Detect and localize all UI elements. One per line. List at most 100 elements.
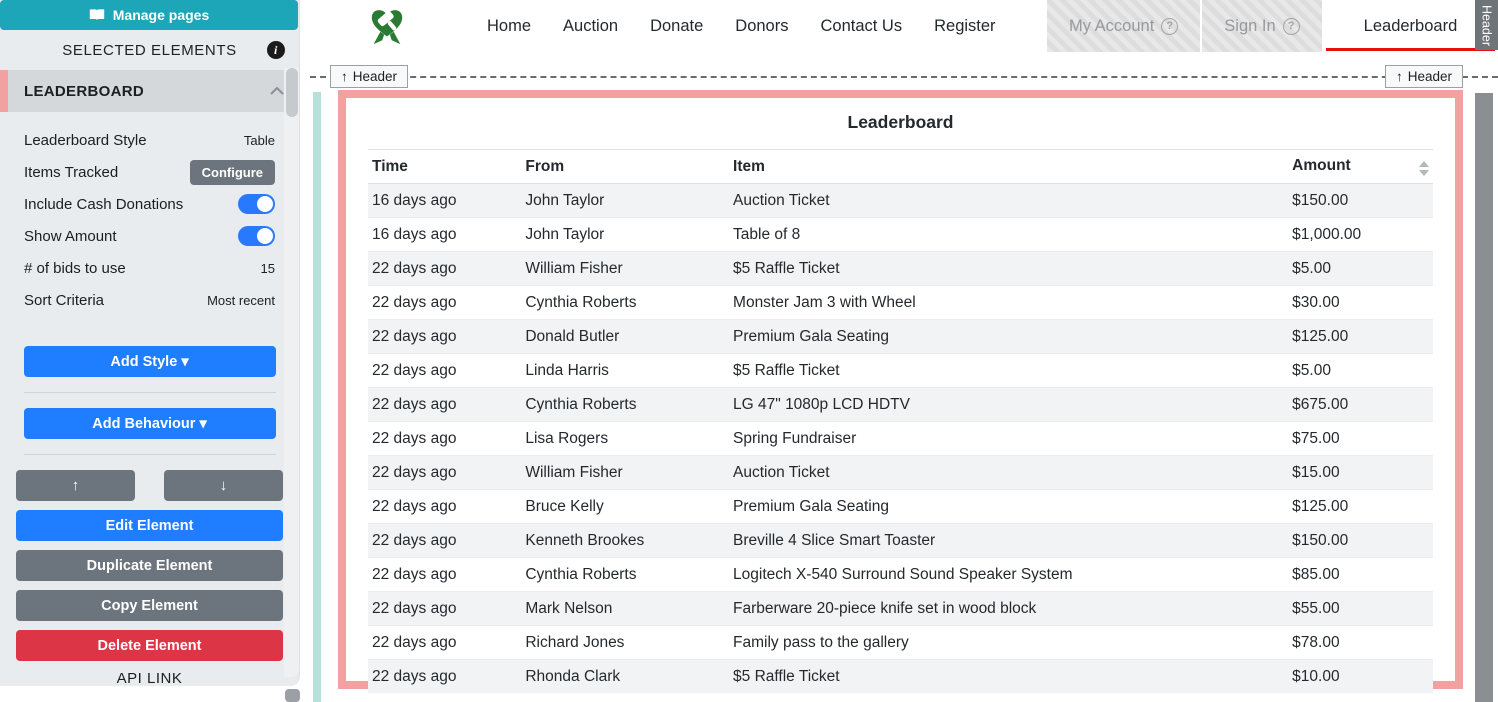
nav-item-auction[interactable]: Auction bbox=[563, 17, 618, 36]
manage-pages-button[interactable]: Manage pages bbox=[0, 0, 298, 30]
selected-leaderboard-element[interactable]: Leaderboard Time From Item Amount 16 day… bbox=[338, 90, 1463, 689]
edit-element-button[interactable]: Edit Element bbox=[16, 510, 283, 541]
cell-amount: $150.00 bbox=[1288, 524, 1433, 558]
nav-item-home[interactable]: Home bbox=[487, 17, 531, 36]
column-header-time[interactable]: Time bbox=[368, 150, 521, 184]
move-down-button[interactable]: ↓ bbox=[164, 470, 283, 501]
sidebar-scrollbar-thumb[interactable] bbox=[286, 68, 298, 117]
header-marker-right[interactable]: ↑ Header bbox=[1385, 65, 1463, 88]
header-marker-left[interactable]: ↑ Header bbox=[330, 65, 408, 88]
table-row: 22 days agoCynthia RobertsMonster Jam 3 … bbox=[368, 286, 1433, 320]
add-style-button[interactable]: Add Style ▾ bbox=[24, 346, 276, 377]
leaderboard-table: Time From Item Amount 16 days agoJohn Ta… bbox=[368, 149, 1433, 693]
amount-header-label: Amount bbox=[1292, 157, 1351, 174]
table-row: 22 days agoLisa RogersSpring Fundraiser$… bbox=[368, 422, 1433, 456]
divider bbox=[24, 454, 276, 455]
setting-show-amount: Show Amount bbox=[0, 220, 299, 252]
section-indicator-bar[interactable] bbox=[313, 92, 321, 702]
chevron-up-icon[interactable] bbox=[269, 86, 285, 96]
cell-item: Monster Jam 3 with Wheel bbox=[729, 286, 1288, 320]
selected-elements-title: SELECTED ELEMENTS bbox=[62, 42, 236, 59]
setting-label: Include Cash Donations bbox=[24, 196, 183, 213]
column-header-item[interactable]: Item bbox=[729, 150, 1288, 184]
include-cash-donations-toggle[interactable] bbox=[238, 194, 275, 214]
charity-auction-logo-icon[interactable] bbox=[368, 6, 406, 48]
cell-time: 22 days ago bbox=[368, 626, 521, 660]
setting-label: # of bids to use bbox=[24, 260, 126, 277]
cell-item: $5 Raffle Ticket bbox=[729, 660, 1288, 694]
nav-item-leaderboard-active[interactable]: Leaderboard bbox=[1324, 0, 1498, 52]
leaderboard-panel-header[interactable]: LEADERBOARD bbox=[0, 70, 299, 112]
sort-icon[interactable] bbox=[1419, 157, 1429, 176]
cell-amount: $75.00 bbox=[1288, 422, 1433, 456]
cell-amount: $85.00 bbox=[1288, 558, 1433, 592]
nav-item-donors[interactable]: Donors bbox=[735, 17, 788, 36]
cell-amount: $5.00 bbox=[1288, 252, 1433, 286]
cell-from: Cynthia Roberts bbox=[521, 388, 729, 422]
delete-element-button[interactable]: Delete Element bbox=[16, 630, 283, 661]
setting-label: Show Amount bbox=[24, 228, 117, 245]
divider bbox=[24, 392, 276, 393]
site-navbar: Home Auction Donate Donors Contact Us Re… bbox=[310, 0, 1498, 52]
column-header-amount[interactable]: Amount bbox=[1288, 150, 1433, 184]
nav-item-my-account[interactable]: My Account ? bbox=[1047, 0, 1200, 52]
cell-item: Premium Gala Seating bbox=[729, 320, 1288, 354]
cell-amount: $1,000.00 bbox=[1288, 218, 1433, 252]
caret-down-icon: ▾ bbox=[181, 354, 188, 370]
cell-time: 22 days ago bbox=[368, 456, 521, 490]
cell-item: Premium Gala Seating bbox=[729, 490, 1288, 524]
move-up-button[interactable]: ↑ bbox=[16, 470, 135, 501]
cell-from: John Taylor bbox=[521, 218, 729, 252]
sidebar-scrollbar-track[interactable] bbox=[284, 68, 299, 677]
nav-item-sign-in[interactable]: Sign In ? bbox=[1202, 0, 1321, 52]
configure-button[interactable]: Configure bbox=[190, 160, 275, 185]
show-amount-toggle[interactable] bbox=[238, 226, 275, 246]
cell-amount: $55.00 bbox=[1288, 592, 1433, 626]
my-account-label: My Account bbox=[1069, 17, 1154, 36]
setting-value[interactable]: Table bbox=[244, 133, 275, 148]
arrow-up-icon: ↑ bbox=[72, 477, 80, 494]
cell-time: 22 days ago bbox=[368, 592, 521, 626]
cell-from: Donald Butler bbox=[521, 320, 729, 354]
table-row: 22 days agoRichard JonesFamily pass to t… bbox=[368, 626, 1433, 660]
copy-element-button[interactable]: Copy Element bbox=[16, 590, 283, 621]
cell-time: 22 days ago bbox=[368, 252, 521, 286]
add-behaviour-button[interactable]: Add Behaviour ▾ bbox=[24, 408, 276, 439]
cell-amount: $125.00 bbox=[1288, 320, 1433, 354]
cell-from: Bruce Kelly bbox=[521, 490, 729, 524]
column-header-from[interactable]: From bbox=[521, 150, 729, 184]
duplicate-element-button[interactable]: Duplicate Element bbox=[16, 550, 283, 581]
nav-item-register[interactable]: Register bbox=[934, 17, 995, 36]
cell-amount: $10.00 bbox=[1288, 660, 1433, 694]
cell-item: Logitech X-540 Surround Sound Speaker Sy… bbox=[729, 558, 1288, 592]
cell-from: Cynthia Roberts bbox=[521, 286, 729, 320]
cell-from: Kenneth Brookes bbox=[521, 524, 729, 558]
cell-time: 22 days ago bbox=[368, 422, 521, 456]
toggle-knob bbox=[257, 196, 273, 212]
cell-item: LG 47" 1080p LCD HDTV bbox=[729, 388, 1288, 422]
cell-amount: $78.00 bbox=[1288, 626, 1433, 660]
cell-amount: $150.00 bbox=[1288, 184, 1433, 218]
editor-sidebar: Manage pages SELECTED ELEMENTS i LEADERB… bbox=[0, 0, 300, 686]
nav-tabs: My Account ? Sign In ? Leaderboard bbox=[1047, 0, 1497, 52]
cell-item: Family pass to the gallery bbox=[729, 626, 1288, 660]
setting-value[interactable]: 15 bbox=[261, 261, 275, 276]
book-icon bbox=[89, 8, 105, 22]
nav-item-donate[interactable]: Donate bbox=[650, 17, 703, 36]
arrow-up-icon: ↑ bbox=[341, 69, 348, 84]
table-row: 22 days agoMark NelsonFarberware 20-piec… bbox=[368, 592, 1433, 626]
setting-label: Leaderboard Style bbox=[24, 132, 147, 149]
cell-time: 22 days ago bbox=[368, 558, 521, 592]
cell-time: 22 days ago bbox=[368, 320, 521, 354]
active-tab-underline bbox=[1326, 48, 1496, 51]
setting-include-cash-donations: Include Cash Donations bbox=[0, 188, 299, 220]
leaderboard-nav-label: Leaderboard bbox=[1364, 17, 1458, 36]
nav-item-contact-us[interactable]: Contact Us bbox=[820, 17, 902, 36]
info-icon[interactable]: i bbox=[267, 41, 285, 59]
header-side-tab[interactable]: Header bbox=[1475, 0, 1498, 50]
table-row: 22 days agoCynthia RobertsLogitech X-540… bbox=[368, 558, 1433, 592]
page-scrollbar-thumb[interactable] bbox=[1475, 93, 1493, 702]
selected-elements-header: SELECTED ELEMENTS i bbox=[0, 30, 299, 70]
api-link[interactable]: API LINK bbox=[0, 670, 299, 687]
setting-value[interactable]: Most recent bbox=[207, 293, 275, 308]
